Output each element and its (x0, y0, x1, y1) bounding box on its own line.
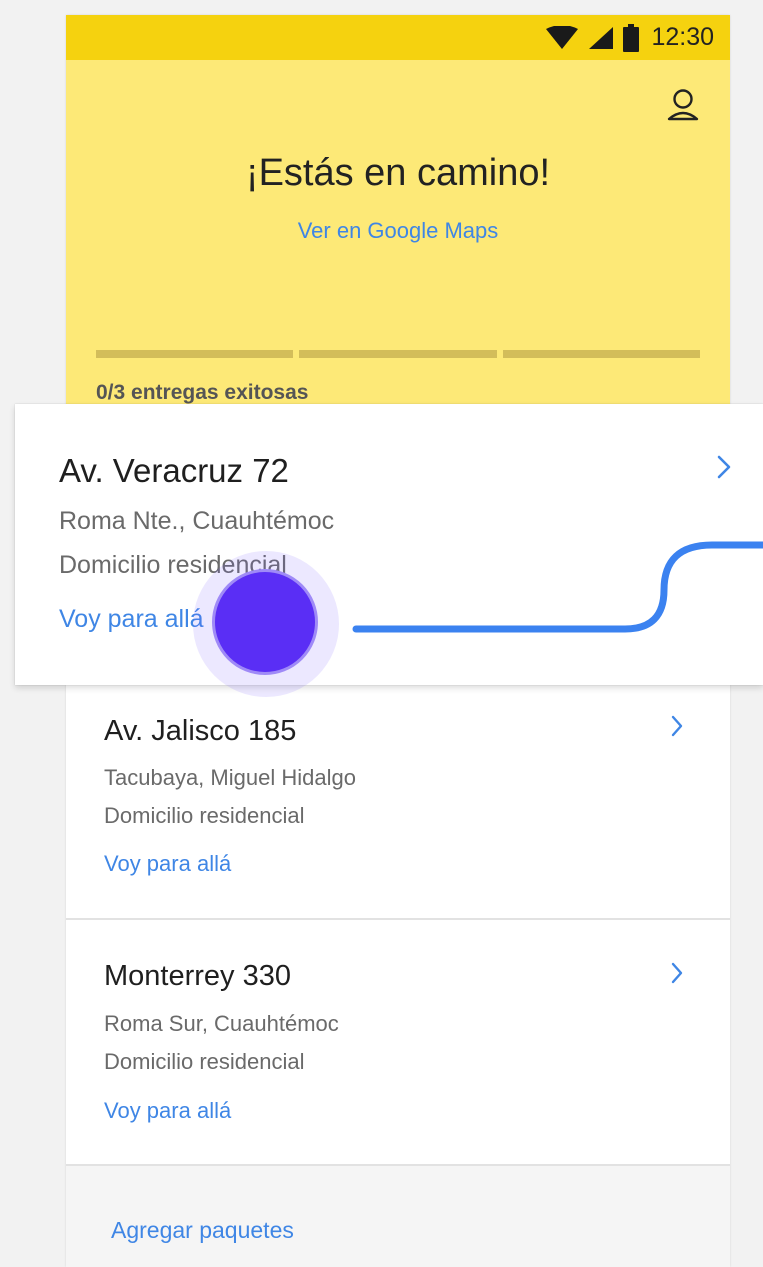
delivery-type: Domicilio residencial (104, 1049, 305, 1074)
add-packages-link[interactable]: Agregar paquetes (111, 1217, 294, 1244)
deliveries-count: 0/3 entregas exitosas (96, 381, 309, 404)
delivery-card[interactable]: Av. Jalisco 185 Tacubaya, Miguel Hidalgo… (66, 685, 730, 920)
page-title: ¡Estás en camino! (245, 152, 551, 194)
delivery-address: Monterrey 330 (104, 960, 291, 992)
progress-segment (299, 350, 497, 358)
go-there-link[interactable]: Voy para allá (104, 851, 231, 877)
wifi-icon (546, 25, 579, 49)
progress-segment (502, 350, 700, 358)
delivery-area: Tacubaya, Miguel Hidalgo (104, 765, 356, 790)
delivery-type: Domicilio residencial (104, 803, 305, 828)
signal-icon (589, 26, 614, 49)
delivery-card[interactable]: Av. Veracruz 72 Roma Nte., Cuauhtémoc Do… (15, 404, 763, 685)
progress-segment (96, 350, 294, 358)
profile-button[interactable] (666, 88, 700, 128)
delivery-address: Av. Veracruz 72 (59, 452, 289, 489)
chevron-right-icon[interactable] (670, 715, 684, 737)
chevron-right-icon[interactable] (670, 962, 684, 984)
delivery-progress-bar (96, 350, 700, 358)
go-there-link[interactable]: Voy para allá (104, 1098, 231, 1124)
delivery-area: Roma Nte., Cuauhtémoc (59, 507, 335, 535)
status-icons: 12:30 (545, 15, 714, 60)
status-bar: 12:30 (66, 15, 730, 60)
touch-indicator (212, 569, 318, 675)
delivery-area: Roma Sur, Cuauhtémoc (104, 1011, 339, 1036)
delivery-card[interactable]: Monterrey 330 Roma Sur, Cuauhtémoc Domic… (66, 920, 730, 1166)
google-maps-link[interactable]: Ver en Google Maps (66, 218, 730, 244)
user-icon (667, 89, 699, 121)
chevron-right-icon[interactable] (716, 455, 732, 479)
battery-icon (623, 23, 640, 52)
go-there-link[interactable]: Voy para allá (59, 605, 204, 634)
screen: 12:30 ¡Estás en camino! Ver en Google Ma… (0, 0, 763, 1267)
trip-header: ¡Estás en camino! Ver en Google Maps 0/3… (66, 60, 730, 405)
add-packages-row: Agregar paquetes (66, 1166, 730, 1267)
delivery-address: Av. Jalisco 185 (104, 715, 297, 747)
status-time: 12:30 (651, 23, 714, 51)
